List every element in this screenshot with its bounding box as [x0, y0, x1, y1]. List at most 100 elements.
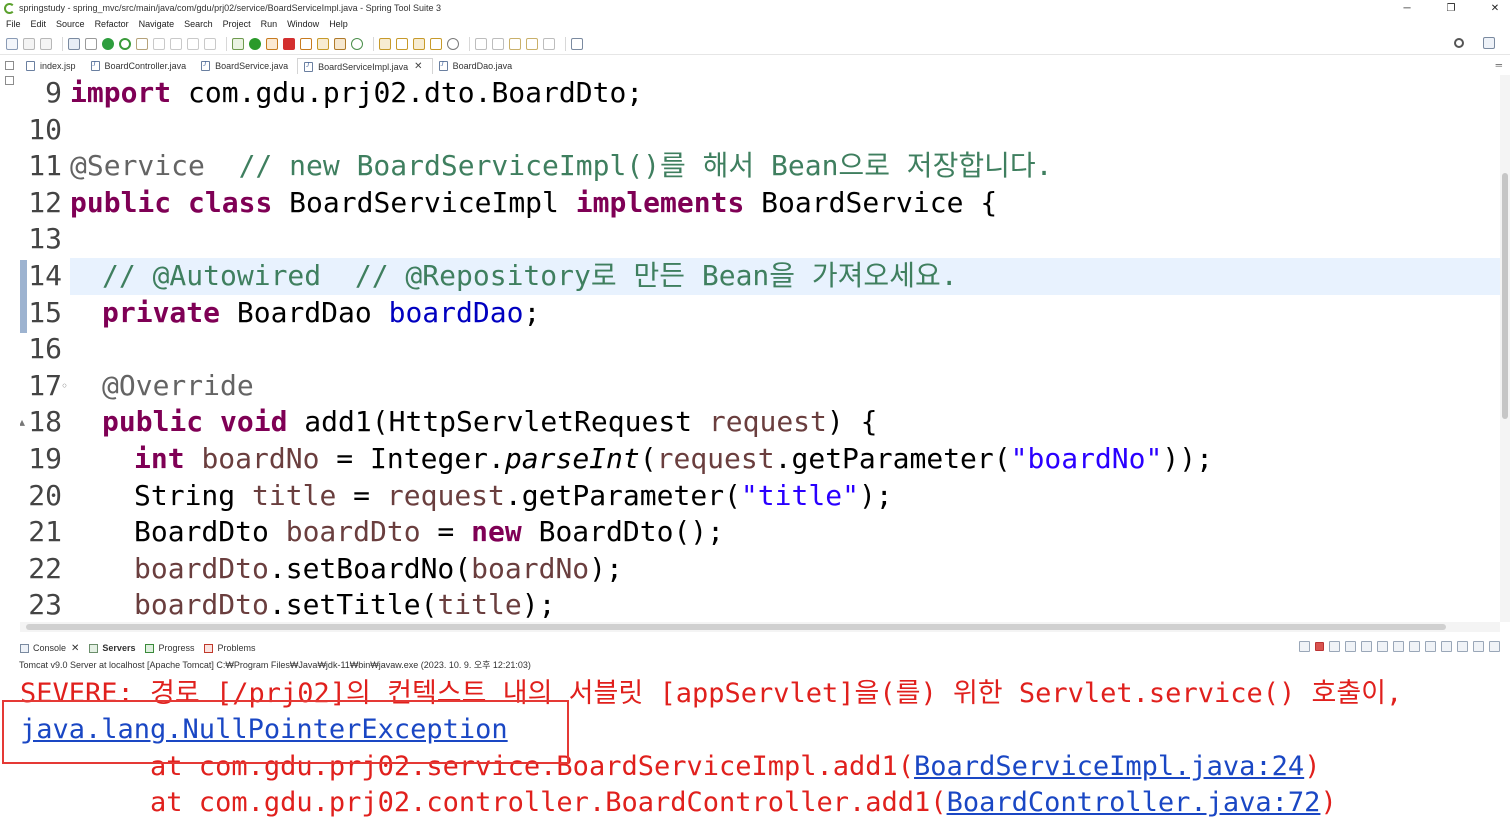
scrollbar-thumb[interactable] — [26, 624, 1446, 630]
line-number: 22 — [28, 551, 62, 585]
scrollbar-thumb[interactable] — [1502, 173, 1508, 419]
package-explorer-icon[interactable] — [5, 76, 14, 85]
display-console-icon[interactable] — [1441, 641, 1452, 652]
fold-collapse-icon[interactable]: ◦ — [61, 368, 69, 405]
tab-problems[interactable]: Problems — [204, 643, 255, 653]
menu-edit[interactable]: Edit — [31, 19, 47, 29]
remove-all-icon[interactable] — [1345, 641, 1356, 652]
tab-console[interactable]: Console ✕ — [20, 643, 79, 654]
new-class-icon[interactable] — [351, 37, 363, 50]
code-line-20: String title = request.getParameter("tit… — [134, 478, 893, 515]
pin-editor-icon[interactable] — [571, 37, 583, 50]
tool-icon-4[interactable] — [204, 37, 216, 50]
console-icon — [20, 643, 29, 653]
string-literal: "title" — [740, 478, 859, 512]
menu-search[interactable]: Search — [184, 19, 213, 29]
start-server-icon[interactable] — [102, 37, 114, 50]
line-number: 18 — [28, 405, 62, 439]
annotation-icon[interactable] — [475, 37, 487, 50]
source-link[interactable]: BoardServiceImpl.java:24 — [914, 751, 1304, 782]
maximize-view-icon[interactable] — [1489, 641, 1500, 652]
tool-icon[interactable] — [153, 37, 165, 50]
code-text-area[interactable]: import com.gdu.prj02.dto.BoardDto; @Serv… — [70, 75, 1500, 622]
line-number: 9 — [45, 76, 62, 109]
line-number: 19 — [28, 442, 62, 475]
save-all-icon[interactable] — [40, 37, 52, 50]
save-icon[interactable] — [23, 37, 35, 50]
editor-vertical-scrollbar[interactable] — [1500, 75, 1510, 622]
keyword: class — [188, 185, 273, 219]
view-menu-icon[interactable]: ═ — [1496, 60, 1502, 70]
redeploy-icon[interactable] — [1299, 641, 1310, 652]
menu-source[interactable]: Source — [56, 19, 85, 29]
search-task-icon[interactable] — [413, 37, 425, 50]
tab-board-service[interactable]: BoardService.java — [195, 58, 297, 74]
menu-help[interactable]: Help — [329, 19, 348, 29]
open-perspective-icon[interactable] — [1483, 37, 1495, 49]
show-on-error-icon[interactable] — [1409, 641, 1420, 652]
new-icon[interactable] — [6, 37, 18, 50]
source-link[interactable]: BoardController.java:72 — [947, 787, 1321, 818]
next-annotation-icon[interactable] — [492, 37, 504, 50]
last-edit-icon[interactable] — [509, 37, 521, 50]
search-icon[interactable] — [1454, 38, 1464, 48]
show-on-output-icon[interactable] — [1393, 641, 1404, 652]
minimize-button[interactable]: ─ — [1400, 3, 1414, 14]
open-type-icon[interactable] — [379, 37, 391, 50]
menu-navigate[interactable]: Navigate — [139, 19, 175, 29]
back-icon[interactable] — [526, 37, 538, 50]
code-line-12: public class BoardServiceImpl implements… — [70, 185, 997, 222]
run-external-icon[interactable] — [266, 37, 278, 50]
restore-view-icon[interactable] — [5, 61, 14, 70]
terminate-icon[interactable] — [1315, 642, 1324, 651]
debug-icon[interactable] — [232, 37, 244, 50]
remove-launch-icon[interactable] — [1329, 641, 1340, 652]
refresh-icon[interactable] — [119, 37, 131, 50]
code-text: )); — [1162, 442, 1213, 475]
line-number: 14 — [28, 259, 62, 292]
editor-tab-bar: index.jsp BoardController.java BoardServ… — [20, 57, 521, 74]
code-editor[interactable]: 9 10 11 12 13 14 15 16 17 ◦ ▴ 18 19 20 2… — [20, 75, 1500, 622]
menu-run[interactable]: Run — [261, 19, 278, 29]
globe-icon[interactable] — [447, 37, 459, 50]
local-variable: boardNo — [201, 442, 320, 475]
spring-icon[interactable] — [317, 37, 329, 50]
close-tab-icon[interactable]: ✕ — [414, 61, 422, 72]
tab-servers[interactable]: Servers — [89, 643, 135, 653]
terminal-icon[interactable] — [68, 37, 80, 50]
tab-board-controller[interactable]: BoardController.java — [85, 58, 196, 74]
open-resource-icon[interactable] — [396, 37, 408, 50]
close-button[interactable]: ✕ — [1488, 3, 1502, 14]
word-wrap-icon[interactable] — [1377, 641, 1388, 652]
parameter-name: request — [386, 478, 505, 512]
skip-breakpoints-icon[interactable] — [85, 37, 97, 50]
tab-board-service-impl[interactable]: BoardServiceImpl.java ✕ — [297, 58, 433, 74]
folder-icon[interactable] — [430, 37, 442, 50]
tab-progress[interactable]: Progress — [145, 643, 194, 653]
open-console-icon[interactable] — [1457, 641, 1468, 652]
stop-icon[interactable] — [283, 37, 295, 50]
restore-button[interactable]: ❐ — [1444, 3, 1458, 14]
editor-horizontal-scrollbar[interactable] — [20, 622, 1500, 632]
forward-icon[interactable] — [543, 37, 555, 50]
tab-board-dao[interactable]: BoardDao.java — [433, 58, 522, 74]
run-icon[interactable] — [249, 37, 261, 50]
tool-icon-3[interactable] — [187, 37, 199, 50]
title-bar: springstudy - spring_mvc/src/main/java/c… — [0, 0, 1510, 16]
external-tools-icon[interactable] — [300, 37, 312, 50]
new-package-icon[interactable] — [334, 37, 346, 50]
pin-console-icon[interactable] — [1425, 641, 1436, 652]
menu-project[interactable]: Project — [223, 19, 251, 29]
code-text: ); — [589, 551, 623, 585]
tab-index-jsp[interactable]: index.jsp — [20, 58, 85, 74]
menu-window[interactable]: Window — [287, 19, 319, 29]
scroll-lock-icon[interactable] — [1361, 641, 1372, 652]
tool-icon-2[interactable] — [170, 37, 182, 50]
minimize-view-icon[interactable] — [1473, 641, 1484, 652]
parameter-name: request — [656, 442, 775, 475]
menu-file[interactable]: File — [6, 19, 21, 29]
toolbar-separator — [469, 36, 470, 51]
build-icon[interactable] — [136, 37, 148, 50]
menu-refactor[interactable]: Refactor — [95, 19, 129, 29]
close-tab-icon[interactable]: ✕ — [71, 643, 79, 654]
